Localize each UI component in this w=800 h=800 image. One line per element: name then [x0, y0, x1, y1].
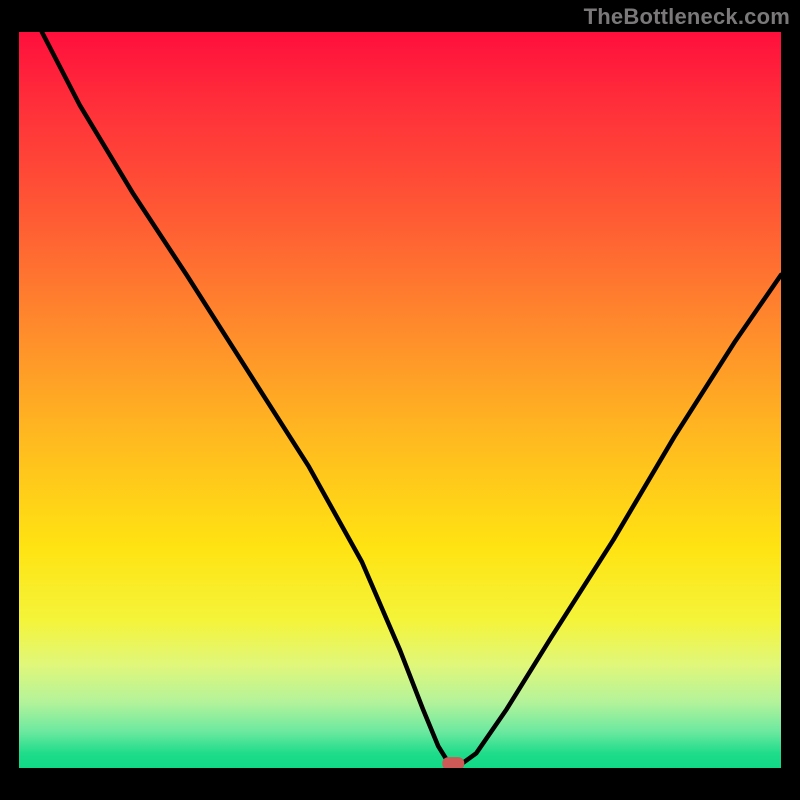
min-marker	[442, 757, 464, 768]
bottleneck-curve	[42, 32, 781, 764]
plot-outer	[19, 32, 781, 768]
chart-frame: TheBottleneck.com	[0, 0, 800, 800]
plot-area	[19, 32, 781, 768]
attribution-label: TheBottleneck.com	[584, 4, 790, 30]
curve-layer	[19, 32, 781, 768]
